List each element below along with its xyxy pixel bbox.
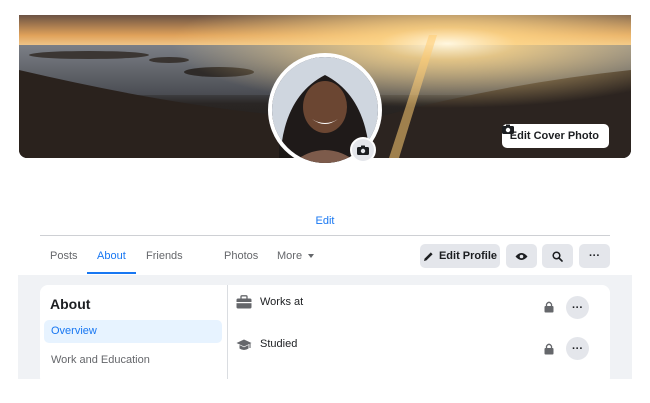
caret-down-icon xyxy=(308,254,315,259)
tab-more[interactable]: More xyxy=(277,250,315,262)
studied-options-button[interactable]: ··· xyxy=(566,337,589,360)
tab-friends[interactable]: Friends xyxy=(146,250,183,262)
edit-cover-photo-label: Edit Cover Photo xyxy=(509,130,599,142)
search-profile-button[interactable] xyxy=(542,244,573,268)
lock-icon[interactable] xyxy=(544,343,554,355)
works-at-options-button[interactable]: ··· xyxy=(566,296,589,319)
tab-posts[interactable]: Posts xyxy=(50,250,78,262)
about-nav-work-and-education[interactable]: Work and Education xyxy=(51,354,150,366)
studied-options-label: ··· xyxy=(572,342,583,355)
update-profile-picture-button[interactable] xyxy=(350,137,376,163)
search-icon xyxy=(552,250,563,262)
tab-photos[interactable]: Photos xyxy=(224,250,258,262)
eye-icon xyxy=(515,252,528,260)
view-as-button[interactable] xyxy=(506,244,537,268)
edit-cover-photo-button[interactable]: Edit Cover Photo xyxy=(501,124,609,148)
active-tab-indicator xyxy=(87,272,136,274)
briefcase-icon xyxy=(236,295,252,309)
page-bottom-margin xyxy=(0,379,650,403)
about-title: About xyxy=(50,296,91,312)
about-column-divider xyxy=(227,285,228,385)
lock-icon[interactable] xyxy=(544,301,554,313)
divider xyxy=(40,235,610,236)
studied-label: Studied xyxy=(260,338,298,350)
more-options-label: ··· xyxy=(589,250,600,262)
pencil-icon xyxy=(423,251,433,261)
edit-profile-button[interactable]: Edit Profile xyxy=(420,244,500,268)
more-options-button[interactable]: ··· xyxy=(579,244,610,268)
about-nav-overview[interactable]: Overview xyxy=(44,320,222,343)
edit-profile-label: Edit Profile xyxy=(438,250,498,262)
camera-icon xyxy=(357,145,369,155)
works-at-label: Works at xyxy=(260,296,304,308)
tab-about[interactable]: About xyxy=(97,250,126,262)
tab-more-label: More xyxy=(277,250,303,262)
camera-icon xyxy=(501,124,514,134)
graduation-cap-icon xyxy=(236,339,252,350)
works-at-options-label: ··· xyxy=(572,301,583,314)
edit-bio-link[interactable]: Edit xyxy=(0,215,650,227)
